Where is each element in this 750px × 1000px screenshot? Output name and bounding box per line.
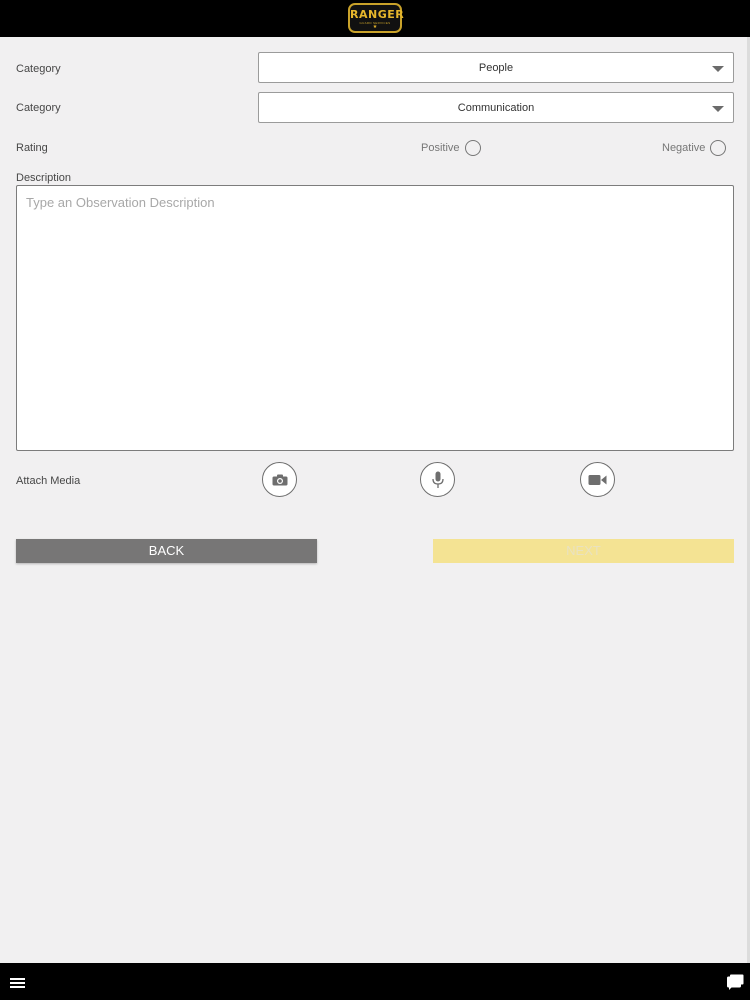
rating-label: Rating xyxy=(16,142,48,154)
positive-label: Positive xyxy=(421,142,460,154)
microphone-button[interactable] xyxy=(420,462,455,497)
ranger-logo: RANGER GUARD SERVICES ★ xyxy=(348,3,405,33)
rating-positive-option[interactable]: Positive xyxy=(421,139,481,157)
logo-text: RANGER xyxy=(350,8,405,21)
chevron-down-icon xyxy=(712,66,724,72)
top-bar: RANGER GUARD SERVICES ★ xyxy=(0,0,750,37)
video-button[interactable] xyxy=(580,462,615,497)
negative-radio[interactable] xyxy=(710,140,727,156)
hamburger-menu-icon[interactable] xyxy=(10,978,25,990)
description-label: Description xyxy=(16,172,72,184)
positive-radio[interactable] xyxy=(464,140,481,156)
subcategory-select-value: Communication xyxy=(457,102,535,114)
camera-icon xyxy=(272,474,287,485)
subcategory-label: Category xyxy=(16,102,61,114)
logo-star: ★ xyxy=(372,24,378,30)
next-button[interactable]: NEXT xyxy=(433,539,734,563)
category-select-people[interactable]: People xyxy=(258,52,734,83)
negative-label: Negative xyxy=(662,142,706,154)
back-button[interactable]: BACK xyxy=(16,539,317,563)
description-placeholder: Type an Observation Description xyxy=(26,195,215,210)
chat-icon[interactable] xyxy=(727,974,744,990)
video-camera-icon xyxy=(588,474,607,485)
description-textarea[interactable]: Type an Observation Description xyxy=(16,185,734,451)
rating-negative-option[interactable]: Negative xyxy=(662,139,727,157)
category-select-communication[interactable]: Communication xyxy=(258,92,734,123)
bottom-bar xyxy=(0,963,750,1000)
microphone-icon xyxy=(431,471,444,488)
chevron-down-icon xyxy=(712,106,724,112)
category-select-value: People xyxy=(478,62,514,74)
attach-media-label: Attach Media xyxy=(16,475,81,487)
category-label: Category xyxy=(16,63,61,75)
camera-button[interactable] xyxy=(262,462,297,497)
